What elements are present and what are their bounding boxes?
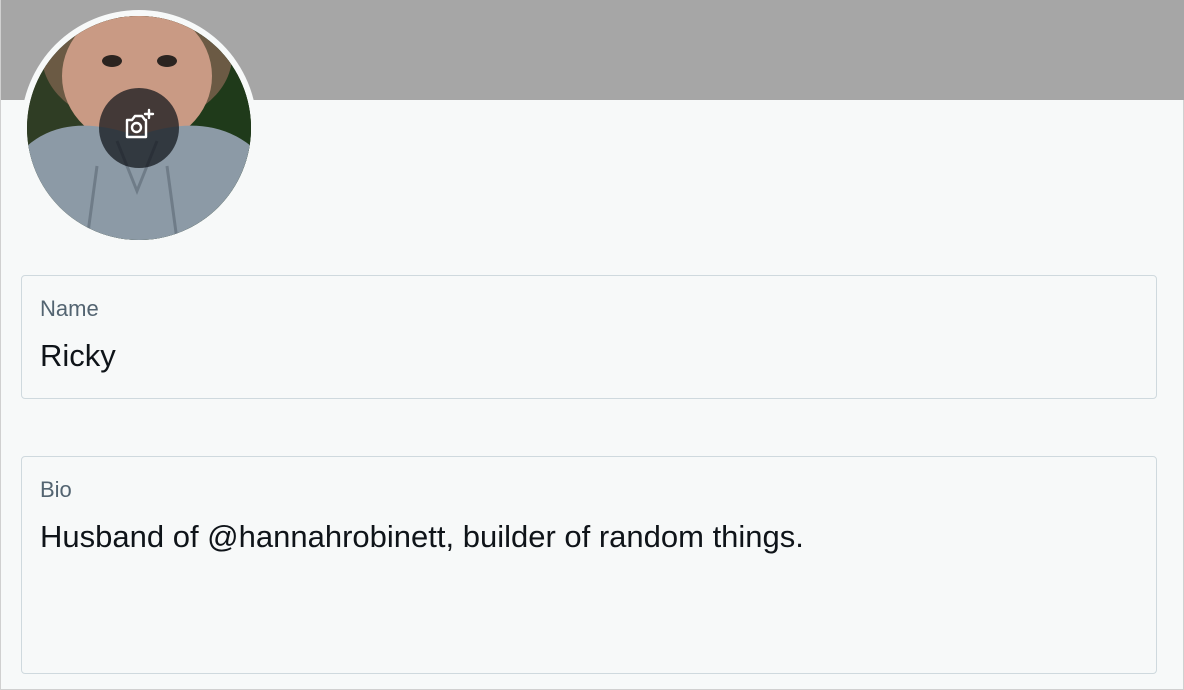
name-label: Name	[40, 296, 99, 321]
bio-textarea[interactable]: Husband of @hannahrobinett, builder of r…	[40, 519, 804, 555]
bio-label: Bio	[40, 477, 72, 502]
bio-field[interactable]: Bio Husband of @hannahrobinett, builder …	[21, 456, 1157, 674]
add-photo-camera-icon	[121, 108, 157, 149]
change-avatar-button[interactable]	[99, 88, 179, 168]
name-input[interactable]: Ricky	[40, 338, 116, 374]
name-field[interactable]: Name Ricky	[21, 275, 1157, 399]
avatar[interactable]	[27, 16, 251, 240]
avatar-container	[21, 10, 257, 246]
edit-profile-panel: Name Ricky Bio Husband of @hannahrobinet…	[0, 0, 1184, 690]
